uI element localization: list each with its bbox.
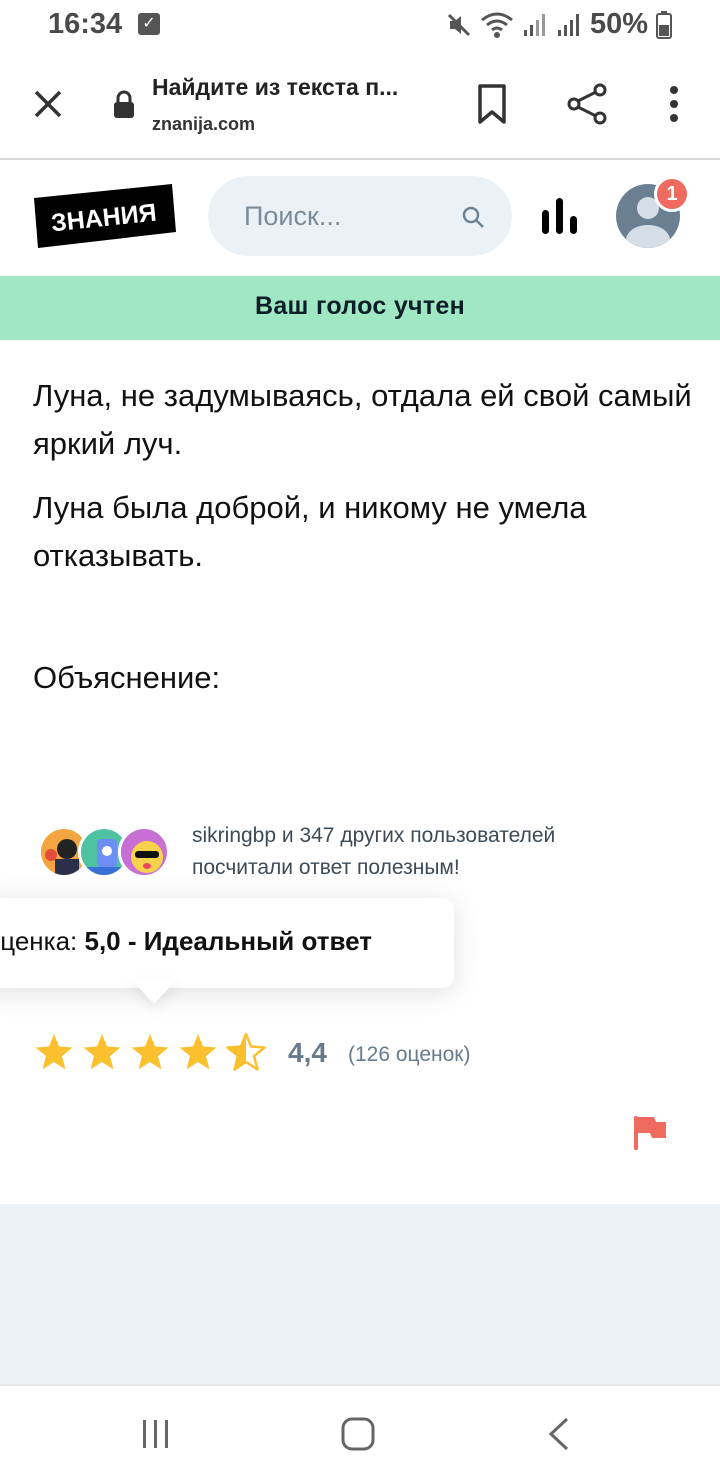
star-icon[interactable] <box>34 1032 74 1072</box>
answer-paragraph: Луна, не задумываясь, отдала ей свой сам… <box>33 378 692 461</box>
page-title[interactable]: Найдите из текста п... <box>152 74 432 101</box>
tooltip-rating: 5,0 - Идеальный ответ <box>84 926 372 956</box>
rating-tooltip: Оценка: 5,0 - Идеальный ответ <box>0 898 454 988</box>
home-icon[interactable] <box>340 1416 376 1452</box>
explanation-label: Объяснение: <box>33 660 221 695</box>
recent-apps-icon[interactable] <box>140 1418 172 1450</box>
stats-icon[interactable] <box>540 196 580 236</box>
close-icon[interactable] <box>26 82 70 126</box>
rating-stars[interactable] <box>34 1032 266 1072</box>
share-icon[interactable] <box>566 82 610 126</box>
battery-percent: 50% <box>589 8 648 40</box>
system-nav-bar <box>0 1384 720 1480</box>
bookmark-icon[interactable] <box>474 82 510 126</box>
star-icon[interactable] <box>178 1032 218 1072</box>
search-icon[interactable] <box>460 204 486 230</box>
search-input[interactable] <box>244 198 444 234</box>
wifi-icon <box>481 12 513 38</box>
helpful-text: sikringbp и 347 других пользователей пос… <box>192 820 555 884</box>
star-icon[interactable] <box>130 1032 170 1072</box>
browser-toolbar: Найдите из текста п... znanija.com <box>0 52 720 160</box>
more-options-icon[interactable] <box>660 82 688 126</box>
rating-count: (126 оценок) <box>348 1043 471 1066</box>
signal-icon <box>523 13 545 36</box>
status-icons: 50% <box>446 8 672 41</box>
tooltip-text: Оценка: 5,0 - Идеальный ответ <box>0 926 372 957</box>
vote-banner-text: Ваш голос учтен <box>255 292 465 320</box>
helpful-line: посчитали ответ полезным! <box>192 856 460 879</box>
half-star-icon[interactable] <box>226 1032 266 1072</box>
star-icon[interactable] <box>82 1032 122 1072</box>
signal-icon <box>557 13 579 36</box>
znanija-logo[interactable]: ЗНАНИЯ <box>34 184 176 248</box>
tooltip-arrow <box>130 978 178 1004</box>
check-notification-icon: ✓ <box>138 13 160 35</box>
content-placeholder-area <box>0 1204 720 1384</box>
rating-value: 4,4 <box>288 1037 327 1068</box>
status-time: 16:34 <box>48 8 123 40</box>
notification-badge[interactable]: 1 <box>654 176 690 212</box>
battery-icon <box>656 10 672 39</box>
status-bar: 16:34 ✓ 50% <box>0 0 720 52</box>
lock-icon <box>114 90 134 118</box>
report-flag-icon[interactable] <box>632 1114 668 1152</box>
helper-avatar <box>118 826 170 878</box>
vote-banner: Ваш голос учтен <box>0 276 720 340</box>
back-icon[interactable] <box>545 1416 573 1452</box>
page-url[interactable]: znanija.com <box>152 114 255 135</box>
answer-paragraph: Луна была доброй, и никому не умела отка… <box>33 490 587 573</box>
mute-icon <box>447 13 471 36</box>
helpful-line: sikringbp и 347 других пользователей <box>192 824 556 847</box>
site-header: ЗНАНИЯ 1 <box>0 162 720 270</box>
helpful-avatars[interactable] <box>38 826 178 878</box>
tooltip-prefix: Оценка: <box>0 926 78 956</box>
search-box[interactable] <box>208 176 512 256</box>
